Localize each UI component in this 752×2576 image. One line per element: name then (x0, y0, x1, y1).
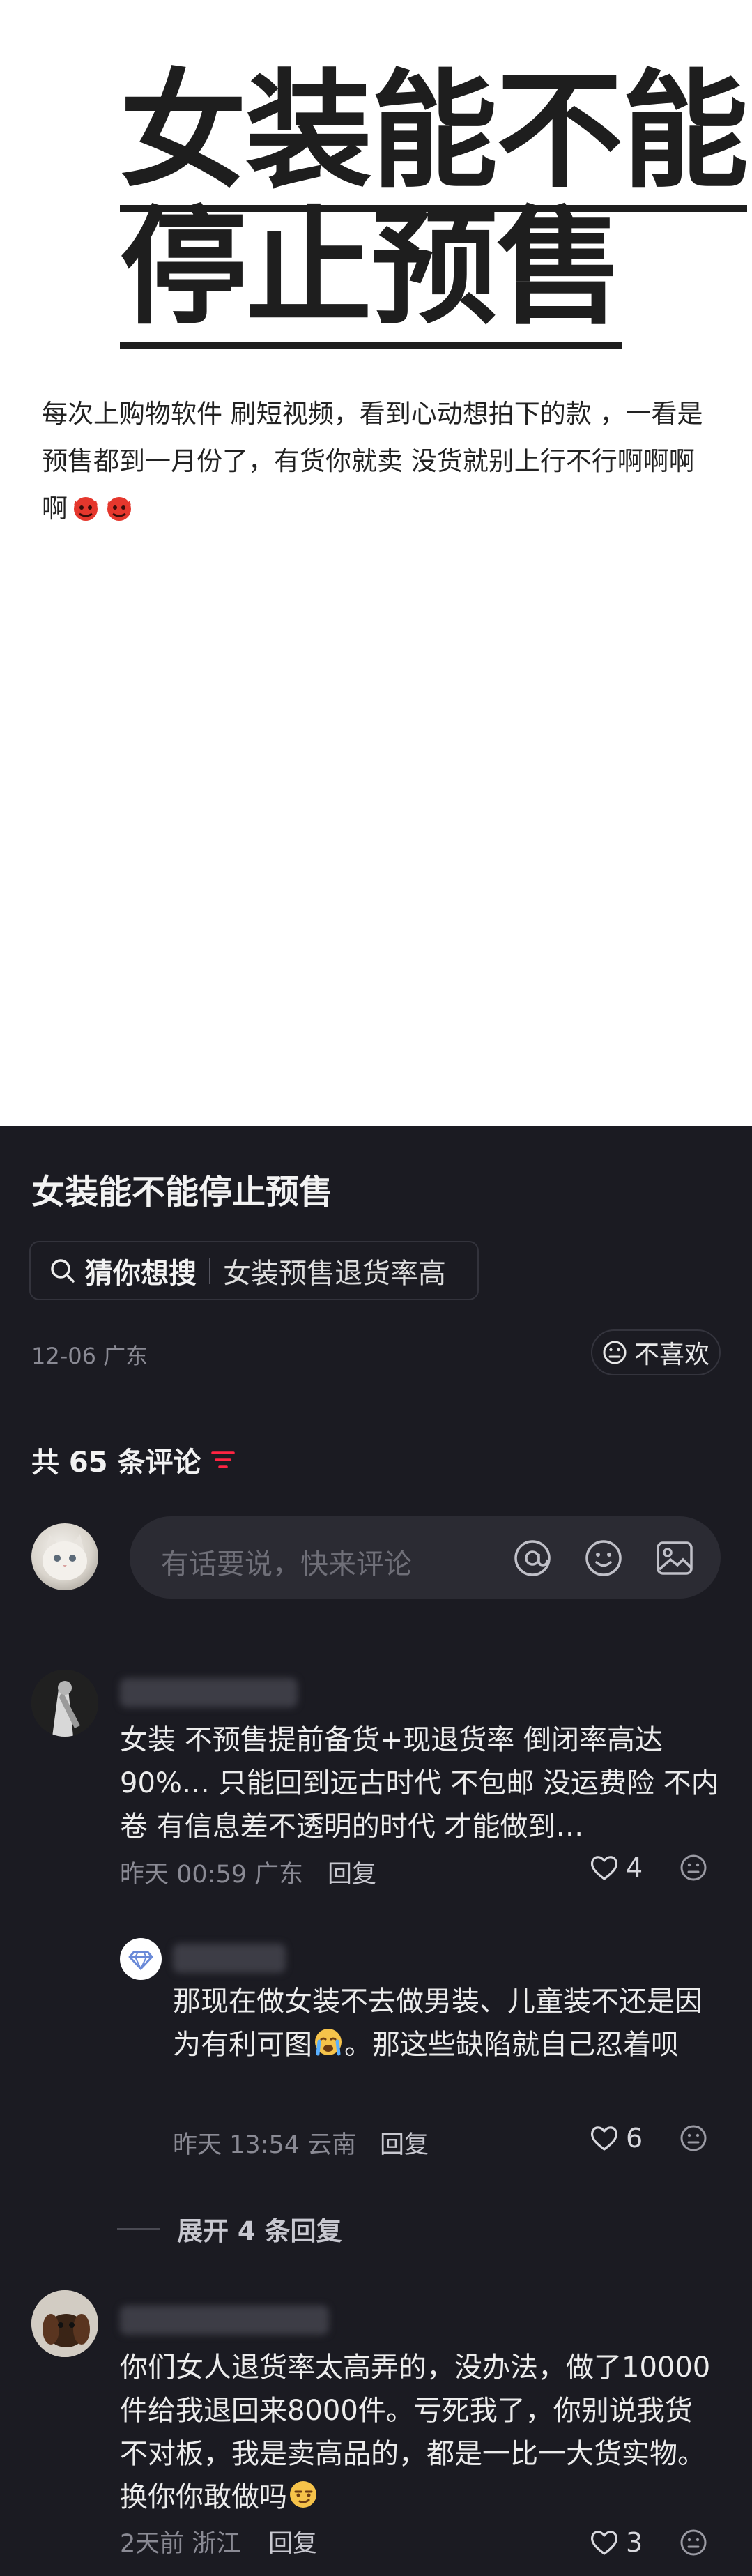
smirk-face-emoji (290, 2481, 316, 2508)
reply-button[interactable]: 回复 (328, 1854, 376, 1890)
heart-icon (590, 2126, 618, 2151)
comment-input[interactable]: 有话要说，快来评论 (130, 1516, 721, 1599)
dislike-face-icon (603, 1341, 627, 1364)
commenter-nickname-redacted (120, 2306, 329, 2335)
expand-divider (117, 2228, 160, 2230)
cat-avatar-icon (43, 1534, 87, 1580)
note-body-text: 每次上购物软件 刷短视频，看到心动想拍下的款 ，一看是预售都到一月份了，有货你就… (42, 399, 703, 524)
at-icon[interactable] (512, 1537, 553, 1579)
crying-face-emoji (315, 2029, 342, 2056)
dislike-button[interactable]: 不喜欢 (591, 1329, 721, 1375)
comment-text: 你们女人退货率太高弄的，没办法，做了10000件给我退回来8000件。亏死我了，… (120, 2346, 719, 2519)
suggested-search-query: 女装预售退货率高 (223, 1257, 446, 1290)
note-date-location: 12-06 广东 (31, 1343, 148, 1369)
dislike-face-icon[interactable] (678, 2527, 709, 2558)
cover-title: 女装能不能 停止预售 (120, 57, 749, 349)
like-count: 3 (626, 2527, 643, 2558)
comment-meta: 2天前 浙江 (120, 2530, 241, 2558)
note-title: 女装能不能停止预售 (31, 1173, 333, 1212)
suggested-search-label: 猜你想搜 (85, 1257, 197, 1290)
image-icon[interactable] (654, 1537, 696, 1579)
comment-meta: 昨天 00:59 广东 (120, 1861, 304, 1889)
reply-text: 那现在做女装不去做男装、儿童装不还是因为有利可图 。那这些缺陷就自己忍着呗 (173, 1980, 716, 2066)
heart-icon (590, 1856, 618, 1880)
expand-replies-label: 展开 4 条回复 (177, 2216, 342, 2246)
comment-text-main: 你们女人退货率太高弄的，没办法，做了10000件给我退回来8000件。亏死我了，… (120, 2352, 711, 2513)
like-button[interactable]: 6 (590, 2123, 643, 2154)
sort-icon[interactable] (210, 1449, 235, 1470)
search-icon (51, 1258, 75, 1283)
devil-face-emoji (107, 497, 131, 521)
heart-icon (590, 2531, 618, 2555)
dislike-face-icon[interactable] (678, 1852, 709, 1883)
cover-title-line-1: 女装能不能 (120, 57, 749, 212)
note-image-card: 女装能不能 停止预售 每次上购物软件 刷短视频，看到心动想拍下的款 ，一看是预售… (0, 0, 752, 1126)
current-user-avatar (31, 1523, 98, 1590)
note-body: 每次上购物软件 刷短视频，看到心动想拍下的款 ，一看是预售都到一月份了，有货你就… (42, 390, 711, 533)
expand-replies-button[interactable]: 展开 4 条回复 (117, 2210, 342, 2248)
like-count: 6 (626, 2123, 643, 2154)
comment-input-placeholder: 有话要说，快来评论 (161, 1548, 412, 1580)
comment-count: 共 65 条评论 (31, 1447, 201, 1479)
suggested-search-chip[interactable]: 猜你想搜 女装预售退货率高 (29, 1241, 479, 1300)
emoji-icon[interactable] (583, 1537, 624, 1579)
commenter-avatar[interactable] (31, 2290, 98, 2357)
comment-text: 女装 不预售提前备货+现退货率 倒闭率高达90%… 只能回到远古时代 不包邮 没… (120, 1724, 719, 1843)
comment-sheet: 女装能不能停止预售 猜你想搜 女装预售退货率高 12-06 广东 不喜欢 共 6… (0, 1126, 752, 2576)
commenter-avatar[interactable] (31, 1670, 98, 1737)
commenter-nickname-redacted (120, 1678, 298, 1707)
comment-count-row: 共 65 条评论 (31, 1440, 235, 1480)
devil-face-emoji (74, 497, 98, 521)
reply-button[interactable]: 回复 (268, 2524, 317, 2559)
reply-meta: 昨天 13:54 云南 (173, 2131, 357, 2159)
chip-divider (209, 1257, 210, 1284)
replier-avatar[interactable] (120, 1938, 162, 1980)
dislike-label: 不喜欢 (634, 1341, 709, 1369)
reply-button[interactable]: 回复 (380, 2125, 429, 2160)
like-count: 4 (626, 1852, 643, 1883)
diamond-icon (128, 1951, 153, 1971)
replier-nickname-redacted (173, 1944, 286, 1973)
reply-text-tail: 。那这些缺陷就自己忍着呗 (344, 2029, 679, 2061)
like-button[interactable]: 3 (590, 2527, 643, 2558)
avatar-photo-icon (31, 1670, 98, 1737)
cover-title-line-2: 停止预售 (120, 194, 623, 349)
dislike-face-icon[interactable] (678, 2123, 709, 2154)
like-button[interactable]: 4 (590, 1852, 643, 1883)
dog-avatar-icon (31, 2290, 98, 2357)
